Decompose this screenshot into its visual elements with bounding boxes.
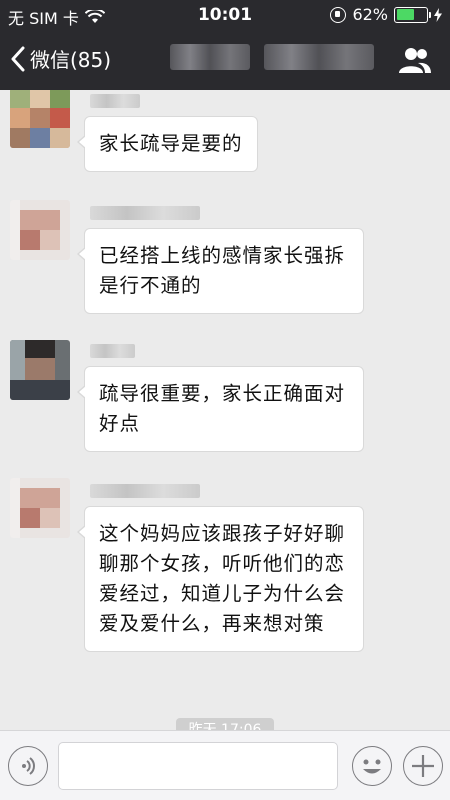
sender-name-redacted	[90, 484, 200, 498]
message-input[interactable]	[58, 742, 338, 790]
chat-area[interactable]: 家长疏导是要的 已经搭上线的感情家长强拆是行不通的 疏导很重要，家长正确面对好点…	[0, 90, 450, 730]
rotation-lock-icon	[330, 6, 347, 23]
avatar[interactable]	[10, 478, 70, 538]
sender-name-redacted	[90, 94, 140, 108]
back-label: 微信(85)	[30, 48, 112, 72]
redacted-block	[170, 44, 250, 70]
plus-icon	[411, 754, 434, 777]
chevron-left-icon	[11, 46, 25, 71]
more-button[interactable]	[403, 746, 443, 786]
input-bar	[0, 730, 450, 800]
sender-name-redacted	[90, 206, 200, 220]
battery-icon	[394, 6, 431, 23]
message-bubble[interactable]: 疏导很重要，家长正确面对好点	[77, 366, 364, 452]
battery-level	[396, 9, 415, 20]
emoji-button[interactable]	[352, 746, 392, 786]
status-right: 62%	[330, 5, 442, 24]
charging-icon	[434, 7, 442, 22]
nav-bar: 微信(85)	[0, 30, 450, 90]
redacted-block	[264, 44, 374, 70]
avatar[interactable]	[10, 340, 70, 400]
chat-title-redacted	[170, 44, 374, 70]
voice-icon	[21, 756, 35, 775]
sender-name-redacted	[90, 344, 135, 358]
avatar[interactable]	[10, 90, 70, 148]
avatar[interactable]	[10, 200, 70, 260]
emoji-icon	[362, 759, 381, 773]
back-button[interactable]: 微信(85)	[10, 44, 111, 73]
voice-button[interactable]	[8, 746, 48, 786]
group-members-icon[interactable]	[398, 46, 432, 74]
status-bar: 无 SIM 卡 10:01 62%	[0, 0, 450, 30]
timestamp: 昨天 17:06	[176, 718, 274, 730]
message-bubble[interactable]: 家长疏导是要的	[77, 116, 258, 172]
message-bubble[interactable]: 这个妈妈应该跟孩子好好聊聊那个女孩，听听他们的恋爱经过，知道儿子为什么会爱及爱什…	[77, 506, 364, 652]
battery-percent: 62%	[352, 5, 388, 24]
message-bubble[interactable]: 已经搭上线的感情家长强拆是行不通的	[77, 228, 364, 314]
